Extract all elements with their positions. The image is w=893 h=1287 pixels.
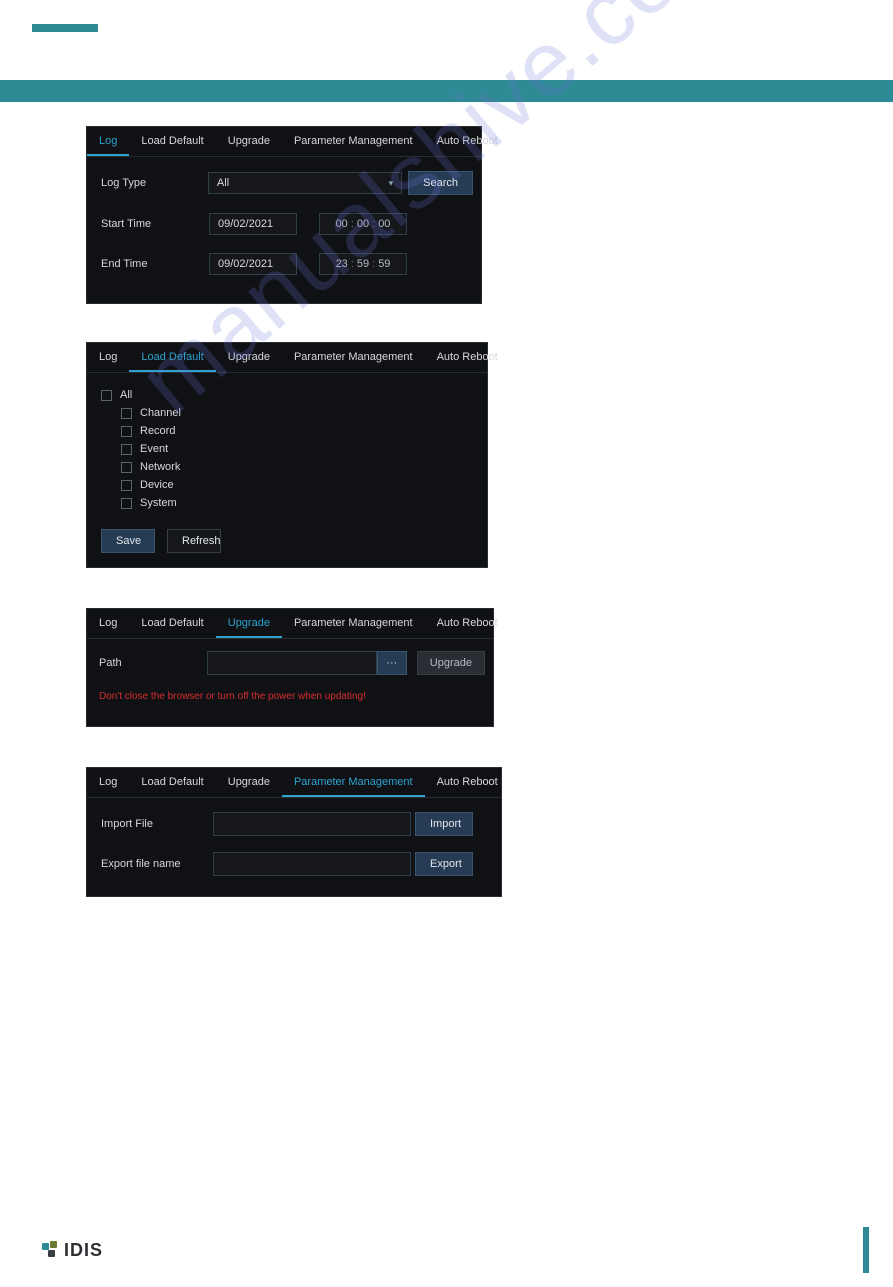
tab-load-default[interactable]: Load Default [129,609,215,638]
export-button[interactable]: Export [415,852,473,876]
upgrade-panel: Log Load Default Upgrade Parameter Manag… [86,608,494,727]
logo-mark-icon [42,1241,60,1259]
tab-upgrade[interactable]: Upgrade [216,609,282,638]
tab-log[interactable]: Log [87,127,129,156]
upgrade-warning-text: Don't close the browser or turn off the … [99,685,485,702]
tab-upgrade[interactable]: Upgrade [216,343,282,372]
checkbox-row-network[interactable]: Network [121,461,487,473]
checkbox-row-channel[interactable]: Channel [121,407,487,419]
checkbox-channel[interactable] [121,408,132,419]
start-sec: 00 [378,218,390,230]
checkbox-row-system[interactable]: System [121,497,487,509]
checkbox-device[interactable] [121,480,132,491]
tab-parameter-management[interactable]: Parameter Management [282,768,425,797]
log-body: Log Type All ▾ Search Start Time 09/02/2… [87,157,481,303]
checkbox-row-event[interactable]: Event [121,443,487,455]
refresh-button[interactable]: Refresh [167,529,221,553]
checkbox-row-record[interactable]: Record [121,425,487,437]
tab-bar: Log Load Default Upgrade Parameter Manag… [87,127,481,157]
tab-load-default[interactable]: Load Default [129,343,215,372]
upgrade-body: Path ··· Upgrade Don't close the browser… [87,639,493,726]
tab-bar: Log Load Default Upgrade Parameter Manag… [87,768,501,798]
checkbox-label-channel: Channel [140,407,181,419]
checkbox-label-record: Record [140,425,175,437]
start-time-label: Start Time [101,218,209,230]
checkbox-network[interactable] [121,462,132,473]
search-button[interactable]: Search [408,171,473,195]
tab-log[interactable]: Log [87,768,129,797]
tab-auto-reboot[interactable]: Auto Reboot [425,343,510,372]
end-time-label: End Time [101,258,209,270]
log-panel: Log Load Default Upgrade Parameter Manag… [86,126,482,304]
import-button[interactable]: Import [415,812,473,836]
top-accent-bar [32,24,98,32]
parameter-management-panel: Log Load Default Upgrade Parameter Manag… [86,767,502,897]
tab-parameter-management[interactable]: Parameter Management [282,343,425,372]
checkbox-row-all[interactable]: All [101,389,487,401]
tab-bar: Log Load Default Upgrade Parameter Manag… [87,343,487,373]
save-button[interactable]: Save [101,529,155,553]
tab-log[interactable]: Log [87,343,129,372]
param-body: Import File Import Export file name Expo… [87,798,501,896]
start-time-input[interactable]: 00: 00: 00 [319,213,407,235]
import-file-label: Import File [101,818,213,830]
tab-auto-reboot[interactable]: Auto Reboot [425,127,510,156]
checkbox-label-event: Event [140,443,168,455]
start-date-input[interactable]: 09/02/2021 [209,213,297,235]
log-type-select[interactable]: All ▾ [208,172,402,194]
checkbox-row-device[interactable]: Device [121,479,487,491]
checkbox-system[interactable] [121,498,132,509]
browse-button[interactable]: ··· [377,651,407,675]
button-row: Save Refresh [87,529,487,567]
end-date-input[interactable]: 09/02/2021 [209,253,297,275]
tab-bar: Log Load Default Upgrade Parameter Manag… [87,609,493,639]
upgrade-button[interactable]: Upgrade [417,651,485,675]
end-sec: 59 [378,258,390,270]
chevron-down-icon: ▾ [389,178,394,189]
brand-name: IDIS [64,1240,103,1261]
checkbox-label-all: All [120,389,132,401]
default-options-list: All Channel Record Event Network Device … [87,373,487,529]
log-type-value: All [217,177,229,189]
checkbox-label-system: System [140,497,177,509]
start-hour: 00 [336,218,348,230]
tab-parameter-management[interactable]: Parameter Management [282,609,425,638]
checkbox-record[interactable] [121,426,132,437]
page-accent-bar [863,1227,869,1273]
tab-parameter-management[interactable]: Parameter Management [282,127,425,156]
import-file-input[interactable] [213,812,411,836]
tab-upgrade[interactable]: Upgrade [216,768,282,797]
checkbox-label-network: Network [140,461,180,473]
export-file-input[interactable] [213,852,411,876]
section-header-bar [0,80,893,102]
checkbox-event[interactable] [121,444,132,455]
footer: IDIS [0,1227,893,1273]
path-input[interactable] [207,651,377,675]
brand-logo: IDIS [42,1240,103,1261]
tab-auto-reboot[interactable]: Auto Reboot [425,609,510,638]
tab-load-default[interactable]: Load Default [129,127,215,156]
tab-upgrade[interactable]: Upgrade [216,127,282,156]
path-label: Path [99,657,207,669]
checkbox-label-device: Device [140,479,174,491]
export-file-label: Export file name [101,858,213,870]
tab-log[interactable]: Log [87,609,129,638]
start-min: 00 [357,218,369,230]
end-min: 59 [357,258,369,270]
tab-auto-reboot[interactable]: Auto Reboot [425,768,510,797]
end-time-input[interactable]: 23: 59: 59 [319,253,407,275]
checkbox-all[interactable] [101,390,112,401]
log-type-label: Log Type [101,177,208,189]
end-hour: 23 [336,258,348,270]
load-default-panel: Log Load Default Upgrade Parameter Manag… [86,342,488,568]
tab-load-default[interactable]: Load Default [129,768,215,797]
